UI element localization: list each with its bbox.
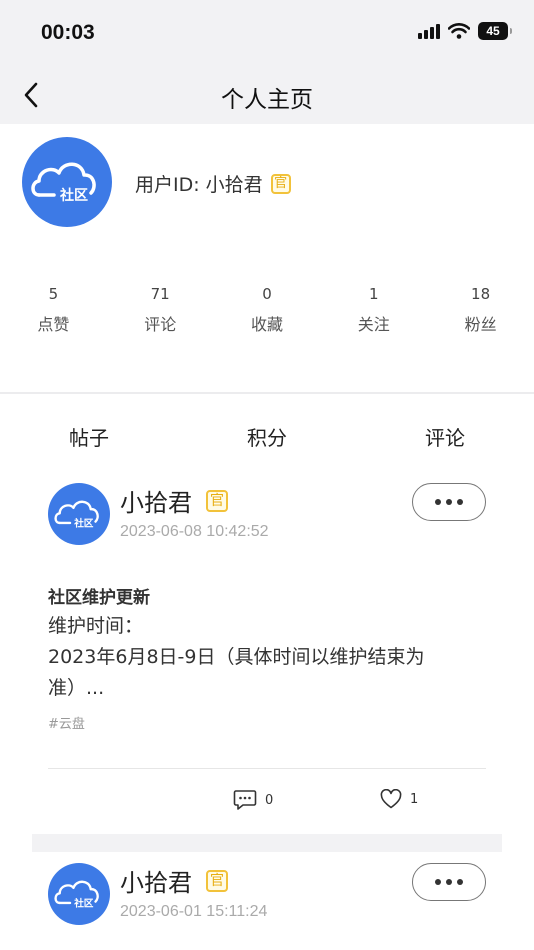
- like-button[interactable]: 1: [380, 789, 418, 809]
- profile-card: 社区 用户ID: 小拾君 官 5 点赞 71 评论 0 收藏 1 关注 18 粉…: [0, 124, 534, 392]
- official-badge-icon: 官: [270, 173, 291, 194]
- post-title: 社区维护更新: [48, 588, 150, 608]
- stat-comments[interactable]: 71 评论: [107, 285, 214, 335]
- tab-comments[interactable]: 评论: [356, 422, 534, 451]
- post-author-line: 小拾君 官: [120, 863, 228, 898]
- page-title: 个人主页: [221, 87, 313, 113]
- avatar[interactable]: 社区: [48, 863, 110, 925]
- tab-points[interactable]: 积分: [178, 422, 356, 451]
- nav-bar: 个人主页: [0, 66, 534, 124]
- stat-label: 收藏: [250, 315, 283, 334]
- status-time: 00:03: [41, 21, 95, 44]
- stat-label: 评论: [144, 315, 177, 334]
- official-badge-icon: 官: [206, 489, 228, 512]
- post-separator: [32, 834, 502, 852]
- status-icons: 45: [418, 22, 512, 40]
- comment-button[interactable]: 0: [233, 789, 273, 811]
- stat-value: 0: [262, 285, 272, 303]
- post-author: 小拾君: [120, 489, 192, 517]
- stat-value: 1: [369, 285, 379, 303]
- stat-value: 5: [48, 285, 59, 303]
- avatar-text: 社区: [73, 897, 94, 909]
- status-bar: 00:03 45: [0, 0, 534, 66]
- avatar-text: 社区: [73, 517, 94, 529]
- like-count: 1: [410, 791, 419, 807]
- content-area: 帖子 积分 评论 社区 小拾君 官 2023-06-08 10:42:52 社区…: [0, 394, 534, 950]
- user-id-line: 用户ID: 小拾君 官: [135, 170, 291, 197]
- tab-bar: 帖子 积分 评论: [0, 422, 534, 451]
- more-icon: [435, 499, 441, 505]
- more-button[interactable]: [412, 863, 486, 901]
- battery-icon: 45: [478, 22, 512, 40]
- post-author: 小拾君: [120, 869, 192, 897]
- official-badge-icon: 官: [206, 869, 228, 892]
- avatar[interactable]: 社区: [22, 137, 112, 227]
- avatar-text: 社区: [59, 187, 88, 204]
- comment-count: 0: [265, 792, 274, 808]
- stat-favorites[interactable]: 0 收藏: [214, 285, 321, 335]
- stat-label: 粉丝: [464, 315, 497, 334]
- stat-likes[interactable]: 5 点赞: [0, 285, 107, 335]
- stat-value: 71: [150, 285, 170, 303]
- post-author-line: 小拾君 官: [120, 483, 228, 518]
- avatar[interactable]: 社区: [48, 483, 110, 545]
- stat-label: 点赞: [37, 315, 70, 334]
- comment-icon: [233, 790, 257, 810]
- stat-followers[interactable]: 18 粉丝: [427, 285, 534, 335]
- post-time: 2023-06-08 10:42:52: [120, 523, 269, 540]
- post-body-line: 准）...: [48, 677, 105, 699]
- wifi-icon: [448, 23, 470, 39]
- post-time: 2023-06-01 15:11:24: [120, 903, 268, 920]
- post-body-line: 维护时间：: [48, 615, 144, 637]
- user-id-label: 用户ID: 小拾君: [135, 174, 263, 196]
- stat-value: 18: [471, 285, 491, 303]
- more-button[interactable]: [412, 483, 486, 521]
- post-body: 维护时间： 2023年6月8日-9日（具体时间以维护结束为 准）...: [48, 611, 468, 704]
- post-body-line: 2023年6月8日-9日（具体时间以维护结束为: [48, 646, 425, 668]
- more-icon: [435, 879, 441, 885]
- tab-posts[interactable]: 帖子: [0, 422, 178, 451]
- signal-icon: [418, 23, 440, 39]
- post-card[interactable]: 社区 小拾君 官 2023-06-01 15:11:24: [0, 863, 534, 950]
- post-card[interactable]: 社区 小拾君 官 2023-06-08 10:42:52 社区维护更新 维护时间…: [0, 483, 534, 828]
- heart-icon: [380, 789, 402, 809]
- post-tag[interactable]: #云盘: [48, 713, 85, 732]
- post-divider: [48, 768, 486, 769]
- stat-following[interactable]: 1 关注: [320, 285, 427, 335]
- stat-label: 关注: [357, 315, 390, 334]
- stats-row: 5 点赞 71 评论 0 收藏 1 关注 18 粉丝: [0, 285, 534, 335]
